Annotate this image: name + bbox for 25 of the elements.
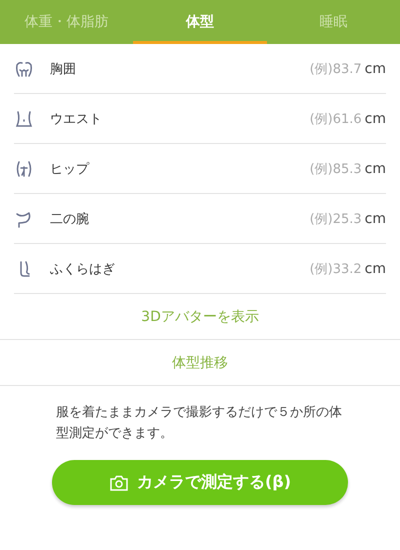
link[interactable]: 体型推移 — [172, 354, 228, 372]
example-value: (例)83.7 — [310, 60, 362, 78]
example-value: (例)85.3 — [310, 160, 362, 178]
example-value: (例)25.3 — [310, 210, 362, 228]
measurement-label: ヒップ — [50, 160, 90, 178]
tab[interactable]: 体重・体脂肪 — [0, 0, 134, 44]
measurement-label: 胸囲 — [50, 60, 77, 78]
unit-label: cm — [364, 260, 386, 276]
hip-icon — [14, 158, 34, 178]
camera-button[interactable]: カメラで測定する(β) — [52, 460, 348, 505]
description-text: 服を着たままカメラで撮影するだけで５か所の体型測定ができます。 — [56, 404, 343, 443]
unit-label: cm — [364, 160, 386, 176]
example-value: (例)61.6 — [310, 110, 362, 128]
link[interactable]: 3Dアバターを表示 — [141, 308, 259, 326]
camera-icon — [108, 474, 129, 492]
unit-label: cm — [364, 110, 386, 126]
unit-label: cm — [364, 60, 386, 76]
waist-icon — [14, 108, 34, 128]
tab[interactable]: 体型 — [133, 0, 267, 44]
tab[interactable]: 睡眠 — [266, 0, 400, 44]
measurement-label: ウエスト — [50, 110, 103, 128]
measurement-label: 二の腕 — [50, 210, 90, 228]
example-value: (例)33.2 — [310, 260, 362, 278]
unit-label: cm — [364, 210, 386, 226]
measurement-label: ふくらはぎ — [50, 260, 116, 278]
